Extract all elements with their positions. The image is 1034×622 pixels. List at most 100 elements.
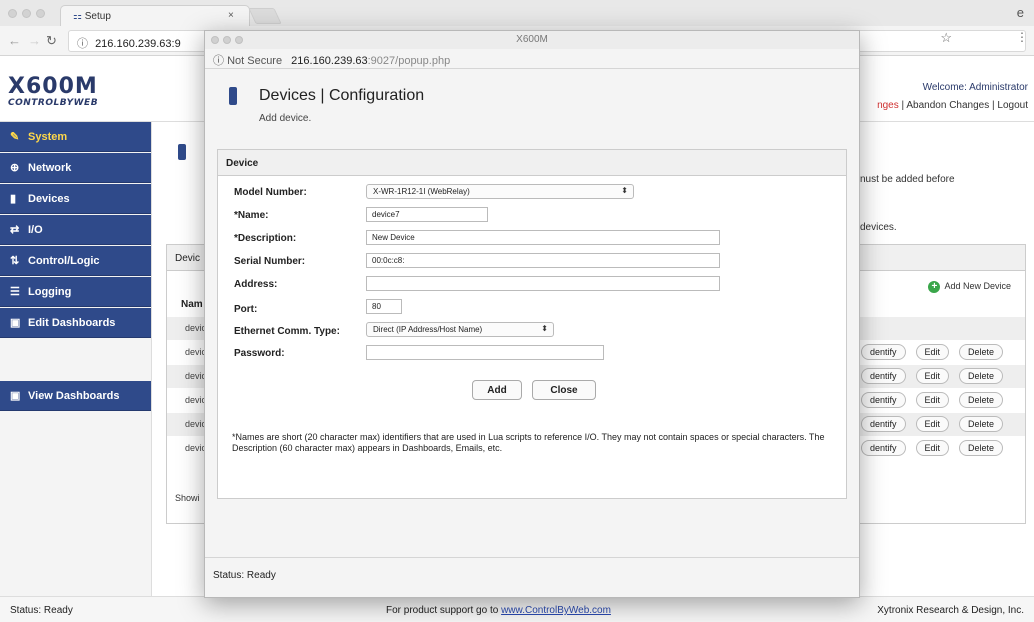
security-status: Not Secure: [227, 55, 283, 67]
delete-button[interactable]: Delete: [959, 416, 1004, 432]
port-row: Port: 80: [218, 299, 848, 319]
edit-button[interactable]: Edit: [915, 368, 950, 384]
header-links: nges | Abandon Changes | Logout: [877, 100, 1028, 111]
add-button[interactable]: Add: [472, 380, 522, 400]
popup-body: Devices | Configuration Add device. Devi…: [205, 69, 859, 557]
info-icon: ⓘ: [77, 38, 88, 50]
model-number-select[interactable]: X-WR-1R12-1I (WebRelay) ⬍: [366, 184, 634, 199]
ethernet-comm-type-label: Ethernet Comm. Type:: [234, 326, 340, 337]
delete-button[interactable]: Delete: [959, 344, 1004, 360]
info-icon: ⓘ: [213, 55, 224, 67]
save-changes-link[interactable]: nges: [877, 100, 899, 111]
name-input[interactable]: device7: [366, 207, 488, 222]
add-icon: +: [928, 281, 941, 293]
popup-minimize-button[interactable]: [223, 36, 231, 44]
popup-address-bar[interactable]: ⓘ Not Secure 216.160.239.63:9027/popup.p…: [205, 49, 859, 69]
dashboard-icon: ▣: [10, 317, 21, 329]
description-row: *Description: New Device: [218, 230, 848, 250]
password-input[interactable]: [366, 345, 604, 360]
sidebar-item-devices[interactable]: ▮ Devices: [0, 184, 151, 214]
control-icon: ⇅: [10, 255, 20, 267]
sidebar: ✎ System ⊕ Network ▮ Devices ⇄ I/O ⇅ Control/…: [0, 122, 152, 596]
sidebar-item-logging[interactable]: ☰ Logging: [0, 277, 151, 307]
company-name: Xytronix Research & Design, Inc.: [877, 605, 1024, 616]
support-text: For product support go to www.ControlByW…: [386, 605, 611, 616]
identify-button[interactable]: dentify: [861, 416, 906, 432]
page-title: Devices | Configuration: [259, 87, 425, 104]
popup-status: Status: Ready: [205, 557, 859, 597]
delete-button[interactable]: Delete: [959, 368, 1004, 384]
serial-number-input[interactable]: 00:0c:c8:: [366, 253, 720, 268]
description-input[interactable]: New Device: [366, 230, 720, 245]
popup-window: X600M ⓘ Not Secure 216.160.239.63:9027/p…: [204, 30, 860, 598]
bookmark-star-icon[interactable]: ☆: [940, 30, 952, 46]
edit-button[interactable]: Edit: [915, 416, 950, 432]
sidebar-item-io[interactable]: ⇄ I/O: [0, 215, 151, 245]
popup-host: 216.160.239.63: [291, 55, 368, 67]
welcome-text: Welcome: Administrator: [922, 82, 1028, 93]
ethernet-comm-type-row: Ethernet Comm. Type: Direct (IP Address/…: [218, 322, 848, 342]
browser-menu-icon[interactable]: ⋮: [1016, 30, 1028, 44]
abandon-changes-link[interactable]: Abandon Changes: [906, 100, 989, 111]
select-arrow-icon: ⬍: [541, 324, 548, 333]
sidebar-item-system[interactable]: ✎ System: [0, 122, 151, 152]
tab-close-button[interactable]: ×: [228, 10, 234, 21]
device-icon: ▮: [10, 193, 17, 205]
window-minimize-button[interactable]: [22, 9, 31, 18]
forward-arrow-icon[interactable]: →: [28, 33, 41, 48]
reload-icon[interactable]: ↻: [46, 33, 57, 49]
popup-title: X600M: [516, 34, 548, 45]
sidebar-item-edit-dashboards[interactable]: ▣ Edit Dashboards: [0, 308, 151, 338]
edit-button[interactable]: Edit: [915, 392, 950, 408]
delete-button[interactable]: Delete: [959, 440, 1004, 456]
new-tab-button[interactable]: [248, 8, 282, 24]
dashboard-icon: ▣: [10, 390, 21, 402]
window-zoom-button[interactable]: [36, 9, 45, 18]
column-header-name: Nam: [181, 299, 203, 310]
model-number-label: Model Number:: [234, 187, 307, 198]
arrows-icon: ⇄: [10, 224, 20, 236]
identify-button[interactable]: dentify: [861, 440, 906, 456]
popup-title-bar: X600M: [205, 31, 859, 49]
browser-tab-bar: ⚏ Setup × e: [0, 0, 1034, 27]
edit-button[interactable]: Edit: [915, 440, 950, 456]
tab-title: Setup: [84, 11, 111, 22]
identify-button[interactable]: dentify: [861, 392, 906, 408]
add-new-device-button[interactable]: + Add New Device: [928, 281, 1011, 293]
footer-status: Status: Ready: [10, 605, 73, 616]
name-label: *Name:: [234, 210, 269, 221]
globe-icon: ⊕: [10, 162, 20, 174]
back-arrow-icon[interactable]: ←: [8, 33, 21, 48]
window-close-button[interactable]: [8, 9, 17, 18]
device-section-title: Device: [218, 150, 846, 176]
device-form: Device Model Number: X-WR-1R12-1I (WebRe…: [217, 149, 847, 499]
support-link[interactable]: www.ControlByWeb.com: [501, 605, 611, 616]
network-icon: ⚏: [73, 11, 82, 22]
ethernet-comm-type-select[interactable]: Direct (IP Address/Host Name) ⬍: [366, 322, 554, 337]
identify-button[interactable]: dentify: [861, 368, 906, 384]
port-input[interactable]: 80: [366, 299, 402, 314]
wrench-icon: ✎: [10, 131, 20, 143]
popup-url-path: :9027/popup.php: [367, 55, 451, 67]
password-label: Password:: [234, 348, 285, 359]
main-note-2: devices.: [860, 222, 897, 233]
delete-button[interactable]: Delete: [959, 392, 1004, 408]
identify-button[interactable]: dentify: [861, 344, 906, 360]
sidebar-item-view-dashboards[interactable]: ▣ View Dashboards: [0, 381, 151, 411]
profile-icon[interactable]: e: [1017, 5, 1024, 20]
popup-close-button[interactable]: [211, 36, 219, 44]
address-row: Address:: [218, 276, 848, 296]
sidebar-item-control-logic[interactable]: ⇅ Control/Logic: [0, 246, 151, 276]
page-subtitle: Add device.: [259, 113, 312, 124]
main-note-1: nust be added before: [860, 174, 955, 185]
name-row: *Name: device7: [218, 207, 848, 227]
close-button[interactable]: Close: [532, 380, 596, 400]
edit-button[interactable]: Edit: [915, 344, 950, 360]
address-input[interactable]: [366, 276, 720, 291]
browser-tab-setup[interactable]: ⚏ Setup: [60, 5, 250, 27]
sidebar-item-network[interactable]: ⊕ Network: [0, 153, 151, 183]
popup-zoom-button[interactable]: [235, 36, 243, 44]
logout-link[interactable]: Logout: [997, 100, 1028, 111]
showing-entries-text: Showi: [175, 493, 200, 503]
